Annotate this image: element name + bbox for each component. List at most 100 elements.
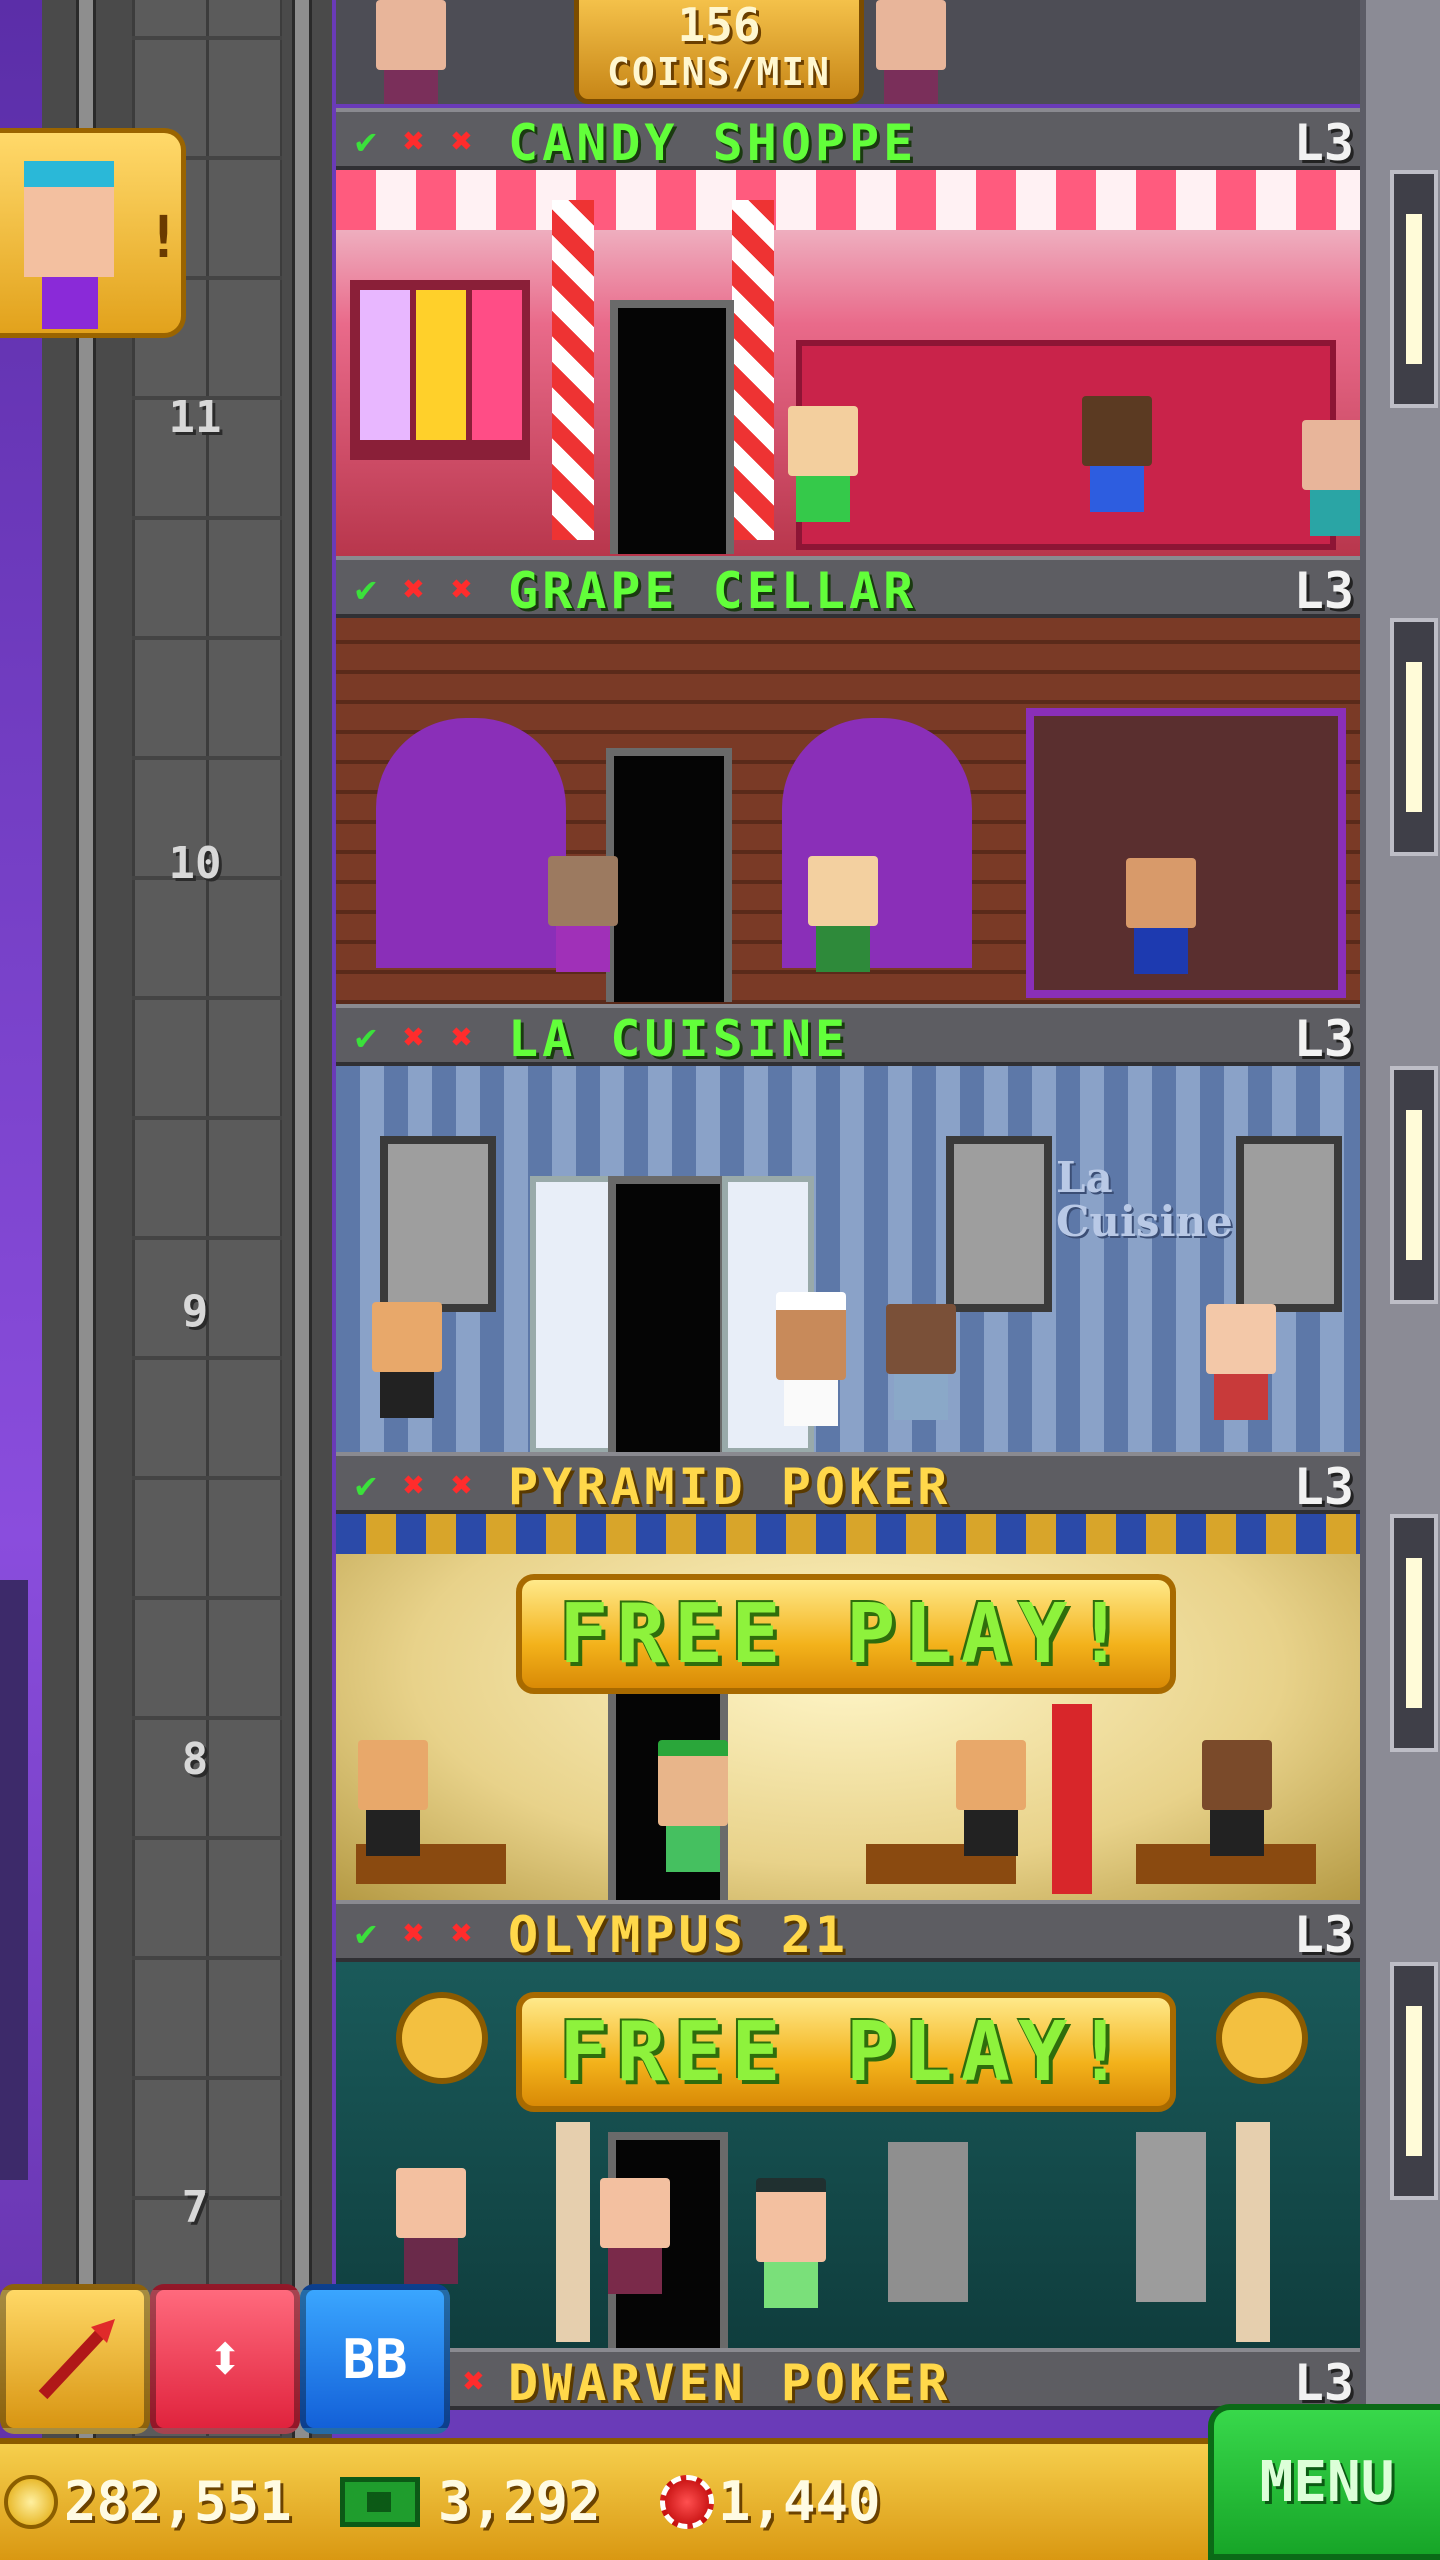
egyptian-frieze <box>336 1514 1360 1554</box>
cross-icon: ✖ <box>403 568 425 610</box>
check-icon: ✔ <box>355 1464 377 1506</box>
shaft-wall <box>132 0 282 2560</box>
visitor-avatar <box>24 161 114 277</box>
bitizen-dealer[interactable] <box>1202 1740 1272 1856</box>
decor-clock <box>396 1992 488 2084</box>
coins-per-minute-unit: COINS/MIN <box>607 50 831 94</box>
visitor-body <box>42 277 98 329</box>
framed-picture <box>380 1136 496 1312</box>
framed-picture <box>946 1136 1052 1312</box>
tower-window <box>1390 1962 1438 2200</box>
pyramid-poker-room[interactable]: FREE PLAY! <box>336 1514 1360 1900</box>
bitizen-dealer[interactable] <box>956 1740 1026 1856</box>
tower-window <box>1390 1514 1438 1752</box>
la-cuisine-room[interactable]: La Cuisine <box>336 1066 1360 1452</box>
bux-icon <box>340 2476 420 2527</box>
restaurant-sign: La Cuisine <box>1056 1153 1233 1246</box>
coins-per-minute-banner[interactable]: 156 COINS/MIN <box>574 0 864 104</box>
statue <box>1136 2132 1206 2302</box>
bitizen-clown[interactable] <box>1082 396 1152 512</box>
bitizen[interactable] <box>876 0 946 104</box>
bitizen[interactable] <box>1206 1304 1276 1420</box>
visitor-notification-button[interactable]: ! <box>0 128 186 338</box>
cross-icon: ✖ <box>403 1016 425 1058</box>
elevator-shaft[interactable] <box>42 0 332 2560</box>
coins-per-minute-value: 156 <box>677 0 761 52</box>
floor-name: LA CUISINE <box>508 1010 850 1068</box>
cross-icon: ✖ <box>451 1912 473 1954</box>
bitizen[interactable] <box>600 2178 670 2294</box>
night-sky <box>0 0 42 2560</box>
cross-icon: ✖ <box>451 120 473 162</box>
cross-icon: ✖ <box>451 1016 473 1058</box>
bitizen[interactable] <box>658 1740 728 1872</box>
check-icon: ✔ <box>355 568 377 610</box>
bux-stat: 3,292 <box>340 2470 601 2533</box>
framed-picture <box>1236 1136 1342 1312</box>
candy-jar <box>360 290 410 440</box>
floor-number-11: 11 <box>168 392 222 443</box>
greek-column <box>1236 2122 1270 2342</box>
grape-cellar-room[interactable] <box>336 618 1360 1004</box>
toolbar: ⬍ BB <box>0 2284 450 2434</box>
red-column <box>1052 1704 1092 1894</box>
floor-bar-dwarven-poker[interactable]: ✖ DWARVEN POKER L3 <box>336 2348 1360 2412</box>
floor-number-8: 8 <box>181 1734 209 1785</box>
bitizen-chef[interactable] <box>776 1292 846 1426</box>
bitizen[interactable] <box>756 2178 826 2308</box>
bitizen[interactable] <box>808 856 878 972</box>
menu-button[interactable]: MENU <box>1208 2404 1440 2560</box>
rocket-button[interactable] <box>0 2284 150 2434</box>
candy-pillar <box>732 200 774 540</box>
olympus-21-room[interactable]: FREE PLAY! <box>336 1962 1360 2348</box>
chip-icon <box>660 2474 714 2529</box>
bitizen[interactable] <box>396 2168 466 2284</box>
bitizen[interactable] <box>548 856 618 972</box>
floor-bar-grape-cellar[interactable]: ✔ ✖ ✖ GRAPE CELLAR L3 <box>336 556 1360 620</box>
floor-bar-la-cuisine[interactable]: ✔ ✖ ✖ LA CUISINE L3 <box>336 1004 1360 1068</box>
bitizen[interactable] <box>1126 858 1196 974</box>
floor-level: L3 <box>1293 562 1354 620</box>
coin-icon <box>4 2474 58 2529</box>
floor-name: OLYMPUS 21 <box>508 1906 850 1964</box>
candy-shoppe-room[interactable] <box>336 170 1360 556</box>
candy-jar <box>472 290 522 440</box>
floor-bar-olympus-21[interactable]: ✔ ✖ ✖ OLYMPUS 21 L3 <box>336 1900 1360 1964</box>
statue <box>888 2142 968 2302</box>
elevator-button[interactable]: ⬍ <box>150 2284 300 2434</box>
bitbook-button[interactable]: BB <box>300 2284 450 2434</box>
candy-jar <box>416 290 466 440</box>
bitizen[interactable] <box>886 1304 956 1420</box>
bitizen[interactable] <box>376 0 446 104</box>
rocket-icon <box>38 2319 115 2400</box>
check-icon: ✔ <box>355 1912 377 1954</box>
coins-stat: 282,551 <box>4 2470 292 2533</box>
decor-clock <box>1216 1992 1308 2084</box>
bitizen-waiter[interactable] <box>372 1302 442 1418</box>
floor-bar-pyramid-poker[interactable]: ✔ ✖ ✖ PYRAMID POKER L3 <box>336 1452 1360 1516</box>
floor-name: CANDY SHOPPE <box>508 114 918 172</box>
tower-window <box>1390 618 1438 856</box>
floor-name: PYRAMID POKER <box>508 1458 952 1516</box>
city-skyline <box>0 1580 28 2180</box>
greek-column <box>556 2122 590 2342</box>
check-icon: ✔ <box>355 1016 377 1058</box>
floor-level: L3 <box>1293 1458 1354 1516</box>
free-play-button[interactable]: FREE PLAY! <box>516 1992 1176 2112</box>
floor-number-9: 9 <box>181 1286 209 1337</box>
chips-value: 1,440 <box>718 2470 881 2533</box>
floor-level: L3 <box>1293 1906 1354 1964</box>
floor-name: GRAPE CELLAR <box>508 562 918 620</box>
cross-icon: ✖ <box>403 1912 425 1954</box>
floor-level: L3 <box>1293 114 1354 172</box>
free-play-button[interactable]: FREE PLAY! <box>516 1574 1176 1694</box>
floor-level: L3 <box>1293 1010 1354 1068</box>
bitizen-dealer[interactable] <box>358 1740 428 1856</box>
elevator-arrows-icon: ⬍ <box>205 2322 245 2396</box>
floor-bar-candy-shoppe[interactable]: ✔ ✖ ✖ CANDY SHOPPE L3 <box>336 108 1360 172</box>
tower-window <box>1390 170 1438 408</box>
wine-arch <box>376 718 566 968</box>
bitizen[interactable] <box>788 406 858 522</box>
bitbook-icon: BB <box>342 2327 408 2391</box>
bitizen[interactable] <box>1302 420 1360 536</box>
